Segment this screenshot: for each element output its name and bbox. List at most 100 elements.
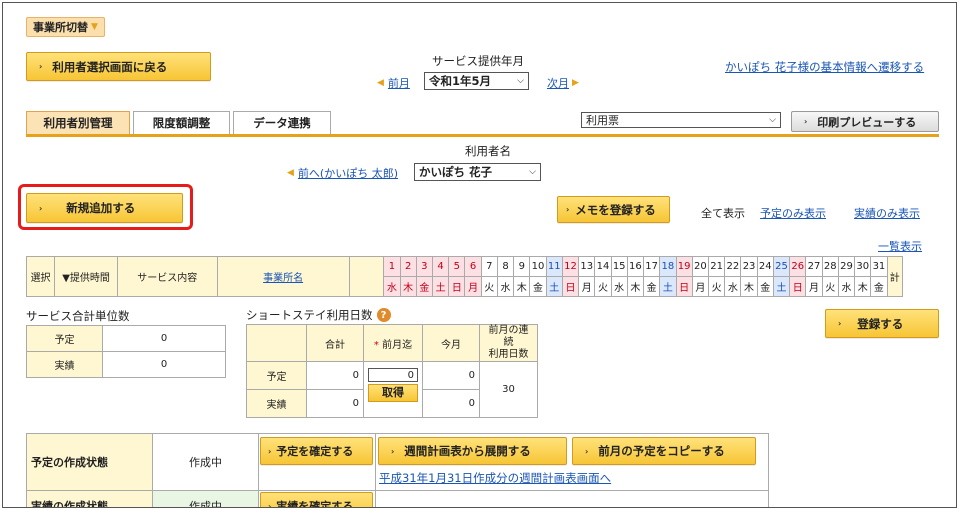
calendar-day-number: 4 xyxy=(431,256,450,277)
filter-plan-only-link[interactable]: 予定のみ表示 xyxy=(760,205,826,221)
calendar-weekday: 日 xyxy=(675,276,693,297)
chevron-right-icon: › xyxy=(838,319,842,328)
user-name-title: 利用者名 xyxy=(465,144,511,158)
shortstay-col-total: 合計 xyxy=(306,324,364,362)
register-memo-label: メモを登録する xyxy=(575,202,656,217)
add-new-button[interactable]: › 新規追加する xyxy=(26,193,183,223)
back-to-user-select-button[interactable]: › 利用者選択画面に戻る xyxy=(26,52,211,81)
shortstay-title: ショートステイ利用日数 xyxy=(246,308,373,322)
calendar-weekday: 日 xyxy=(561,276,580,297)
confirm-plan-button[interactable]: › 予定を確定する xyxy=(260,437,373,465)
chevron-right-icon: › xyxy=(268,446,272,456)
prev-user-nav[interactable]: ◀ 前へ(かいぽち 太郎) xyxy=(287,165,398,181)
shortstay-row-actual: 実績 xyxy=(246,389,307,418)
filter-actual-only-link[interactable]: 実績のみ表示 xyxy=(854,205,920,221)
register-memo-button[interactable]: › メモを登録する xyxy=(557,196,670,223)
shortstay-col-prev-label: 前月迄 xyxy=(382,339,413,351)
shortstay-prev-cell: 0 取得 xyxy=(363,361,423,418)
units-actual-label: 実績 xyxy=(26,351,103,378)
shortstay-actual-this: 0 xyxy=(422,389,480,418)
list-view-link[interactable]: 一覧表示 xyxy=(878,238,922,254)
tab-user-management[interactable]: 利用者別管理 xyxy=(26,111,130,134)
col-time-header[interactable]: ▼提供時間 xyxy=(54,256,118,297)
calendar-weekday: 水 xyxy=(724,276,742,297)
col-office-header[interactable]: 事業所名 xyxy=(216,256,350,297)
shortstay-col-prev: * 前月迄 xyxy=(363,324,423,362)
office-name-sort-link[interactable]: 事業所名 xyxy=(263,273,303,284)
get-button[interactable]: 取得 xyxy=(368,384,418,402)
calendar-day-number: 3 xyxy=(415,256,433,277)
calendar-weekday: 木 xyxy=(740,276,758,297)
shortstay-row-plan: 予定 xyxy=(246,361,307,390)
prev-user-link[interactable]: 前へ(かいぽち 太郎) xyxy=(298,165,398,181)
register-button[interactable]: › 登録する xyxy=(825,309,939,338)
tab-data-link[interactable]: データ連携 xyxy=(233,111,331,134)
chevron-right-icon: › xyxy=(39,203,43,213)
tab-limit-adjustment[interactable]: 限度額調整 xyxy=(133,111,230,134)
calendar-day-number: 17 xyxy=(643,256,661,277)
status-empty-cell xyxy=(375,490,769,507)
calendar-weekday: 月 xyxy=(464,276,482,297)
calendar-weekday: 火 xyxy=(480,276,498,297)
document-type-select[interactable]: 利用票 ⌵ xyxy=(581,112,781,128)
filter-all[interactable]: 全て表示 xyxy=(701,205,745,221)
month-select[interactable]: 令和1年5月 ⌵ xyxy=(424,72,529,90)
app-frame: 事業所切替 ▼ › 利用者選択画面に戻る サービス提供年月 ◀ 前月 令和1年5… xyxy=(2,2,957,508)
calendar-day-number: 11 xyxy=(545,256,563,277)
chevron-down-icon: ▼ xyxy=(91,22,98,32)
col-total-header: 計 xyxy=(886,256,904,297)
confirm-actual-button[interactable]: › 実績を確定する xyxy=(260,492,373,507)
calendar-day-number: 29 xyxy=(837,256,856,277)
chevron-right-icon: › xyxy=(804,117,808,126)
calendar-weekday: 土 xyxy=(431,276,450,297)
calendar-weekday: 月 xyxy=(691,276,709,297)
chevron-right-icon: › xyxy=(566,205,570,214)
expand-weekly-label: 週間計画表から展開する xyxy=(404,444,531,458)
col-blank-header xyxy=(348,256,385,297)
user-info-transition-link[interactable]: かいぽち 花子様の基本情報へ遷移する xyxy=(725,59,924,75)
plan-status-value: 作成中 xyxy=(152,433,259,491)
calendar-weekday: 日 xyxy=(448,276,466,297)
calendar-day-number: 5 xyxy=(448,256,466,277)
chevron-right-icon: › xyxy=(391,446,395,456)
calendar-weekday: 水 xyxy=(496,276,515,297)
calendar-day-number: 20 xyxy=(691,256,709,277)
shortstay-actual-total: 0 xyxy=(306,389,364,418)
back-button-label: 利用者選択画面に戻る xyxy=(52,59,168,74)
actual-status-value: 作成中 xyxy=(152,490,259,507)
weekly-plan-link[interactable]: 平成31年1月31日作成分の週間計画表画面へ xyxy=(379,470,611,486)
triangle-right-icon: ▶ xyxy=(572,78,579,88)
help-icon[interactable]: ? xyxy=(376,308,391,322)
shortstay-plan-this: 0 xyxy=(422,361,480,390)
add-new-label: 新規追加する xyxy=(66,201,136,215)
required-mark: * xyxy=(373,339,379,351)
next-month-link[interactable]: 次月 xyxy=(547,75,569,91)
calendar-day-number: 1 xyxy=(383,256,401,277)
calendar-day-number: 31 xyxy=(870,256,888,277)
calendar-day-number: 8 xyxy=(496,256,515,277)
next-month-nav[interactable]: 次月 ▶ xyxy=(547,75,579,91)
chevron-right-icon: › xyxy=(585,446,589,456)
print-preview-button[interactable]: › 印刷プレビューする xyxy=(791,111,939,132)
units-plan-value: 0 xyxy=(102,325,226,352)
triangle-left-icon: ◀ xyxy=(287,168,294,178)
calendar-weekday: 月 xyxy=(805,276,823,297)
calendar-day-number: 15 xyxy=(610,256,628,277)
shortstay-table: 合計 * 前月迄 今月 前月の連続 利用日数 予定 0 0 取得 0 30 実績… xyxy=(246,324,538,418)
calendar-day-number: 25 xyxy=(772,256,791,277)
user-select[interactable]: かいぽち 花子 ⌵ xyxy=(414,163,541,181)
calendar-weekday: 木 xyxy=(399,276,417,297)
copy-prev-plan-button[interactable]: › 前月の予定をコピーする xyxy=(572,437,756,465)
expand-weekly-button[interactable]: › 週間計画表から展開する xyxy=(378,437,567,465)
calendar-day-number: 2 xyxy=(399,256,417,277)
calendar-day-number: 6 xyxy=(464,256,482,277)
prev-month-nav[interactable]: ◀ 前月 xyxy=(377,75,410,91)
office-switch-dropdown[interactable]: 事業所切替 ▼ xyxy=(26,17,105,37)
prev-month-link[interactable]: 前月 xyxy=(388,75,410,91)
shortstay-prev-input[interactable]: 0 xyxy=(368,368,418,382)
triangle-left-icon: ◀ xyxy=(377,78,384,88)
calendar-weekday: 火 xyxy=(594,276,612,297)
calendar-day-number: 30 xyxy=(854,256,872,277)
actual-status-label: 実績の作成状態 xyxy=(26,490,153,507)
chevron-down-icon: ⌵ xyxy=(769,115,776,125)
